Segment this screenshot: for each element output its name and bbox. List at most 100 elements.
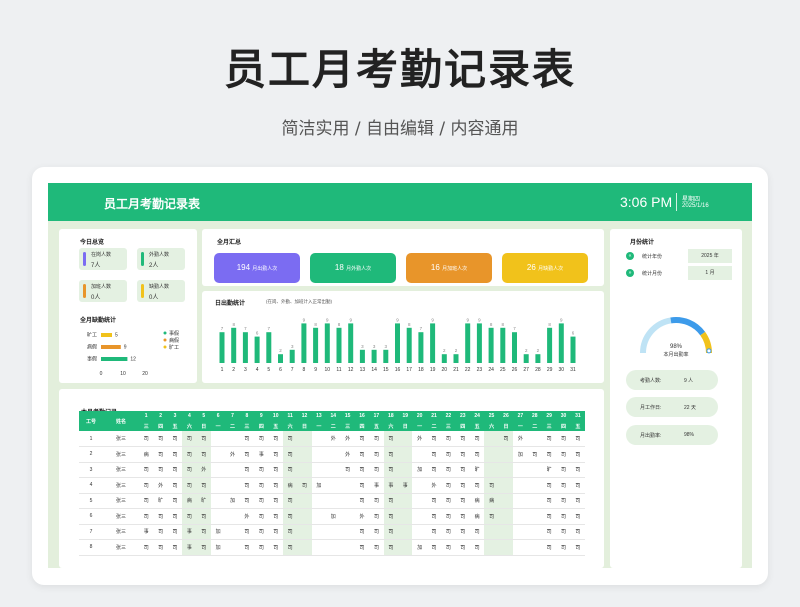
- cell-day[interactable]: [297, 446, 312, 463]
- cell-day[interactable]: [484, 431, 499, 447]
- cell-day[interactable]: 司: [167, 539, 183, 556]
- cell-day[interactable]: 司: [282, 508, 298, 525]
- cell-day[interactable]: 司: [426, 431, 442, 447]
- cell-day[interactable]: 司: [541, 539, 557, 556]
- cell-day[interactable]: 外: [196, 462, 211, 478]
- cell-day[interactable]: [210, 462, 226, 478]
- cell-day[interactable]: [210, 477, 226, 494]
- cell-day[interactable]: 司: [268, 477, 283, 494]
- cell-day[interactable]: [210, 493, 226, 509]
- cell-day[interactable]: 司: [354, 477, 370, 494]
- cell-day[interactable]: 司: [182, 508, 197, 525]
- cell-day[interactable]: [498, 446, 514, 463]
- cell-day[interactable]: 司: [541, 477, 557, 494]
- cell-day[interactable]: 司: [469, 431, 485, 447]
- cell-day[interactable]: 加: [513, 446, 528, 463]
- cell-day[interactable]: 司: [340, 462, 355, 478]
- cell-day[interactable]: 司: [139, 508, 154, 525]
- cell-day[interactable]: 司: [239, 431, 255, 447]
- cell-day[interactable]: 司: [426, 539, 442, 556]
- cell-day[interactable]: 司: [541, 524, 557, 540]
- year-value[interactable]: 2025 年: [688, 249, 732, 263]
- cell-day[interactable]: 司: [556, 524, 571, 540]
- cell-day[interactable]: 司: [455, 508, 470, 525]
- cell-day[interactable]: [210, 446, 226, 463]
- cell-day[interactable]: [311, 508, 327, 525]
- cell-day[interactable]: [326, 477, 341, 494]
- cell-day[interactable]: 外: [412, 431, 427, 447]
- cell-day[interactable]: 病: [182, 493, 197, 509]
- cell-day[interactable]: [498, 539, 514, 556]
- cell-day[interactable]: 外: [426, 477, 442, 494]
- cell-day[interactable]: 司: [182, 477, 197, 494]
- cell-day[interactable]: [326, 493, 341, 509]
- cell-day[interactable]: 事: [182, 524, 197, 540]
- cell-day[interactable]: 司: [167, 524, 183, 540]
- cell-day[interactable]: [340, 508, 355, 525]
- cell-day[interactable]: 司: [196, 524, 211, 540]
- cell-day[interactable]: 病: [484, 493, 499, 509]
- cell-day[interactable]: 外: [340, 431, 355, 447]
- cell-day[interactable]: 司: [153, 462, 168, 478]
- cell-day[interactable]: 司: [570, 477, 586, 494]
- cell-day[interactable]: 病: [139, 446, 154, 463]
- cell-day[interactable]: 司: [354, 539, 370, 556]
- cell-day[interactable]: 外: [326, 431, 341, 447]
- cell-day[interactable]: 司: [153, 431, 168, 447]
- cell-day[interactable]: 司: [541, 508, 557, 525]
- cell-day[interactable]: 司: [182, 446, 197, 463]
- cell-day[interactable]: 司: [297, 477, 312, 494]
- cell-day[interactable]: 司: [354, 462, 370, 478]
- cell-day[interactable]: [412, 446, 427, 463]
- cell-day[interactable]: 司: [570, 493, 586, 509]
- cell-day[interactable]: 司: [196, 431, 211, 447]
- cell-day[interactable]: [484, 446, 499, 463]
- cell-day[interactable]: 司: [153, 524, 168, 540]
- cell-day[interactable]: 司: [282, 462, 298, 478]
- cell-day[interactable]: 司: [369, 524, 384, 540]
- cell-day[interactable]: 加: [412, 539, 427, 556]
- cell-day[interactable]: 司: [469, 524, 485, 540]
- cell-day[interactable]: 司: [268, 524, 283, 540]
- cell-day[interactable]: 司: [153, 446, 168, 463]
- cell-day[interactable]: 司: [426, 493, 442, 509]
- cell-day[interactable]: 司: [196, 539, 211, 556]
- cell-day[interactable]: 司: [139, 431, 154, 447]
- cell-day[interactable]: [225, 539, 240, 556]
- cell-day[interactable]: 司: [354, 524, 370, 540]
- cell-day[interactable]: [412, 477, 427, 494]
- cell-day[interactable]: [340, 539, 355, 556]
- cell-day[interactable]: 司: [167, 431, 183, 447]
- cell-day[interactable]: 司: [282, 446, 298, 463]
- cell-day[interactable]: 司: [254, 477, 269, 494]
- cell-day[interactable]: 司: [455, 539, 470, 556]
- cell-day[interactable]: [326, 462, 341, 478]
- cell-day[interactable]: 司: [268, 508, 283, 525]
- cell-day[interactable]: [498, 508, 514, 525]
- cell-day[interactable]: 外: [239, 508, 255, 525]
- cell-day[interactable]: 司: [570, 462, 586, 478]
- cell-day[interactable]: [311, 431, 327, 447]
- cell-day[interactable]: 事: [369, 477, 384, 494]
- cell-day[interactable]: 司: [196, 477, 211, 494]
- cell-day[interactable]: 司: [282, 493, 298, 509]
- cell-day[interactable]: [398, 431, 413, 447]
- cell-day[interactable]: 司: [383, 446, 399, 463]
- cell-day[interactable]: [340, 493, 355, 509]
- cell-day[interactable]: 司: [469, 446, 485, 463]
- cell-day[interactable]: 司: [441, 508, 456, 525]
- cell-day[interactable]: [513, 539, 528, 556]
- cell-day[interactable]: 加: [326, 508, 341, 525]
- cell-day[interactable]: 加: [210, 539, 226, 556]
- cell-day[interactable]: [527, 539, 542, 556]
- cell-day[interactable]: 司: [182, 431, 197, 447]
- cell-day[interactable]: [297, 431, 312, 447]
- cell-day[interactable]: [311, 462, 327, 478]
- cell-day[interactable]: 司: [369, 493, 384, 509]
- cell-day[interactable]: [513, 508, 528, 525]
- cell-day[interactable]: [311, 446, 327, 463]
- cell-day[interactable]: 司: [541, 431, 557, 447]
- cell-day[interactable]: 外: [340, 446, 355, 463]
- cell-day[interactable]: 加: [311, 477, 327, 494]
- cell-day[interactable]: 司: [469, 477, 485, 494]
